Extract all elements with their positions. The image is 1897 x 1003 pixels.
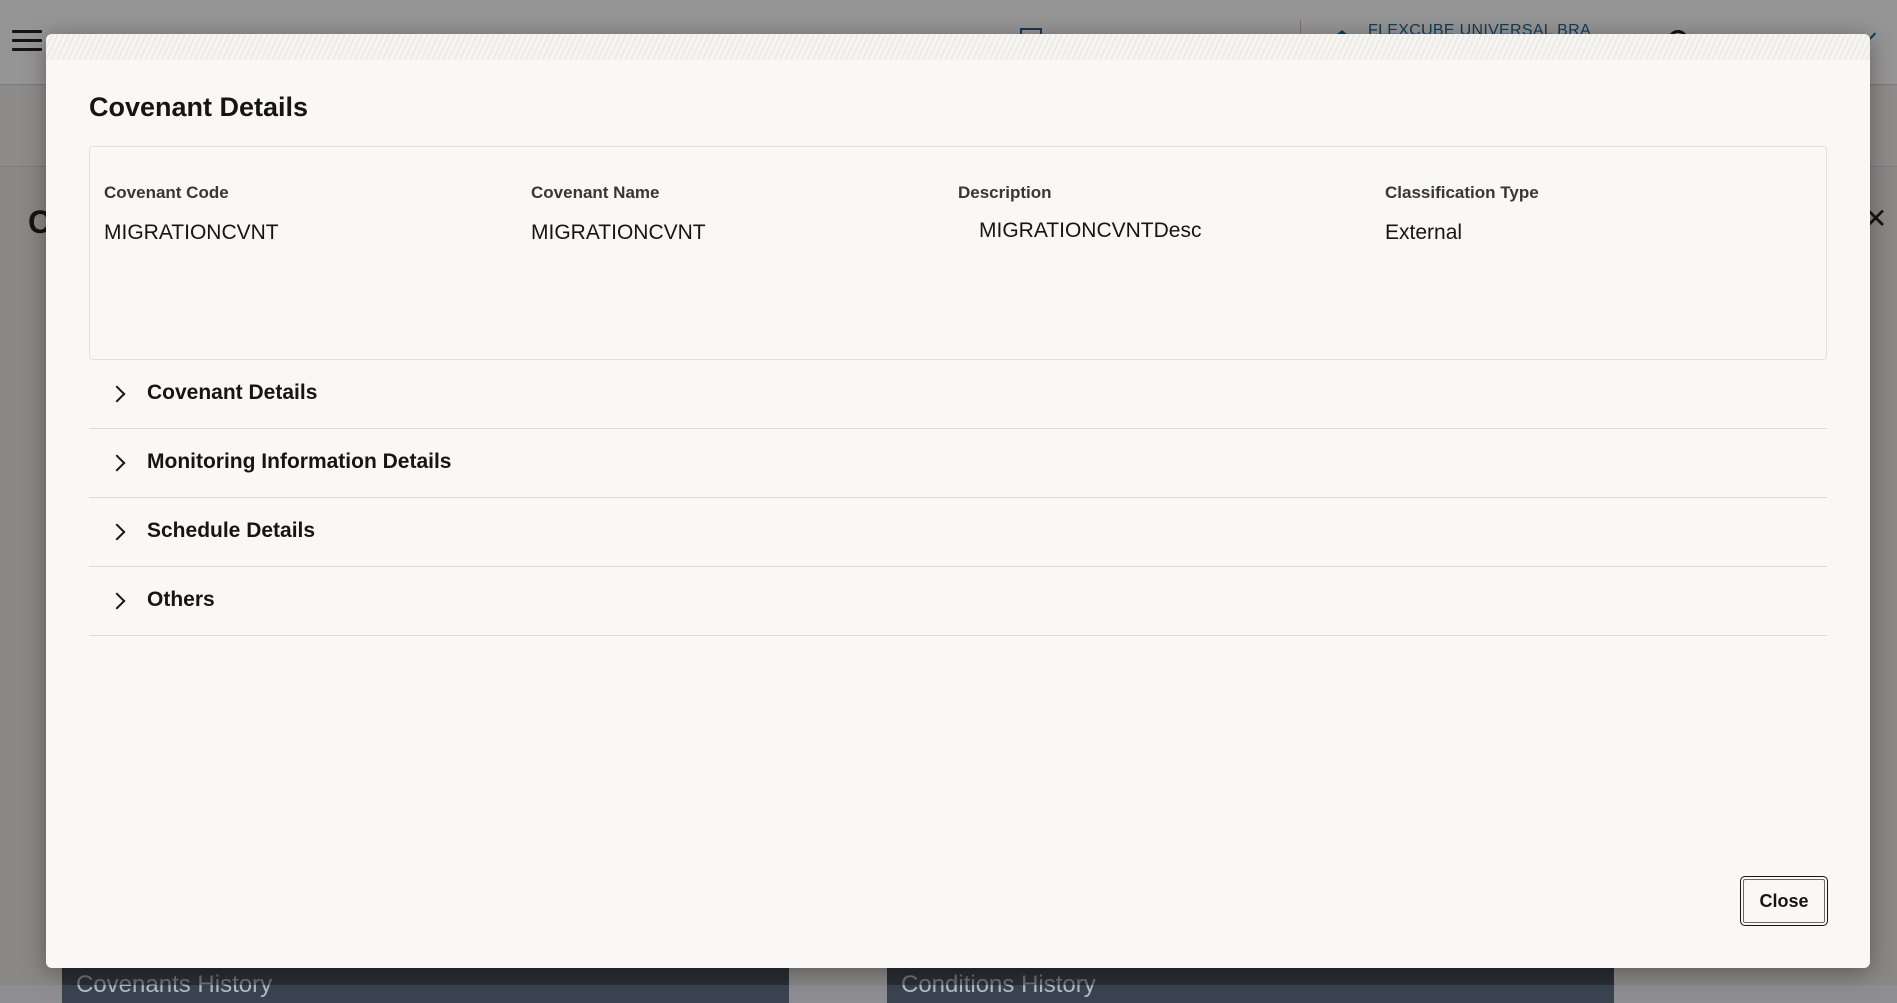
covenant-code-value: MIGRATIONCVNT: [104, 221, 279, 244]
dialog-title: Covenant Details: [89, 92, 309, 122]
accordion-label: Schedule Details: [147, 519, 316, 542]
classification-type-field: Classification Type External: [1385, 183, 1805, 245]
chevron-right-icon: [108, 592, 126, 610]
close-button[interactable]: Close: [1740, 876, 1828, 926]
classification-type-value: External: [1385, 221, 1463, 244]
accordion-label: Monitoring Information Details: [147, 450, 452, 473]
description-field: Description MIGRATIONCVNTDesc: [958, 183, 1378, 243]
accordion-others[interactable]: Others: [89, 567, 1827, 636]
accordion-label: Covenant Details: [147, 381, 318, 404]
covenant-name-field: Covenant Name MIGRATIONCVNT: [531, 183, 951, 245]
description-label: Description: [958, 183, 1052, 202]
chevron-right-icon: [108, 454, 126, 472]
description-value: MIGRATIONCVNTDesc: [979, 219, 1202, 242]
dialog-header-texture: [46, 34, 1870, 60]
chevron-right-icon: [108, 385, 126, 403]
covenant-name-label: Covenant Name: [531, 183, 660, 202]
covenant-code-label: Covenant Code: [104, 183, 229, 202]
covenant-details-dialog: Covenant Details Covenant Code MIGRATION…: [46, 34, 1870, 968]
covenant-summary-card: Covenant Code MIGRATIONCVNT Covenant Nam…: [89, 146, 1827, 360]
covenant-code-field: Covenant Code MIGRATIONCVNT: [104, 183, 524, 245]
chevron-right-icon: [108, 523, 126, 541]
covenant-name-value: MIGRATIONCVNT: [531, 221, 706, 244]
classification-type-label: Classification Type: [1385, 183, 1539, 202]
accordion-label: Others: [147, 588, 215, 611]
accordion-schedule-details[interactable]: Schedule Details: [89, 498, 1827, 567]
accordion-monitoring-information-details[interactable]: Monitoring Information Details: [89, 429, 1827, 498]
accordion-sections: Covenant Details Monitoring Information …: [89, 360, 1827, 636]
accordion-covenant-details[interactable]: Covenant Details: [89, 360, 1827, 429]
